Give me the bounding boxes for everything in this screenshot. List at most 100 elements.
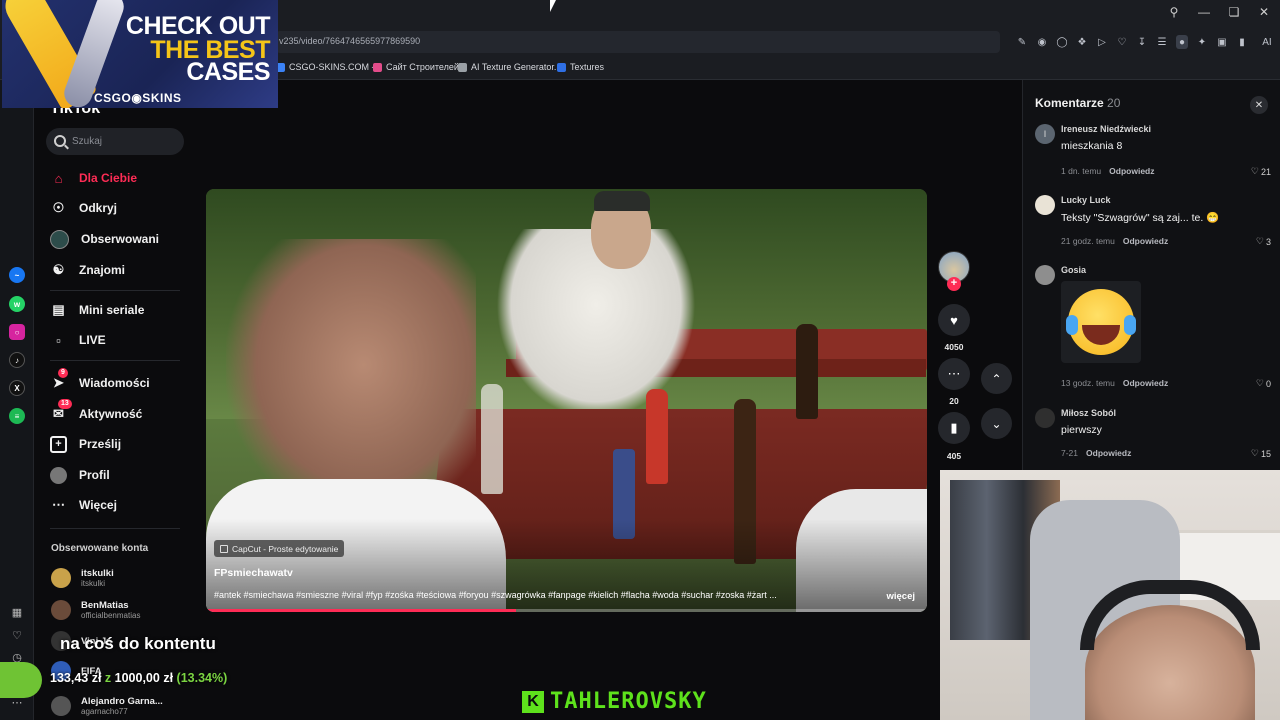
followed-account[interactable]: BenMatias officialbenmatias [51, 600, 140, 620]
comments-title: Komentarze 20 [1035, 96, 1120, 110]
profile-icon[interactable]: ● [1176, 35, 1188, 49]
nav-for-you[interactable]: ⌂ Dla Ciebie [50, 168, 137, 188]
emoji-mouth [1082, 325, 1120, 345]
cube-icon[interactable]: ▣ [1216, 35, 1228, 49]
heart-icon[interactable]: ♡ [1116, 35, 1128, 49]
avatar[interactable] [1035, 195, 1055, 215]
nav-divider [50, 290, 180, 291]
apps-grid-icon[interactable]: ▦ [10, 605, 24, 619]
capcut-badge[interactable]: CapCut - Proste edytowanie [214, 540, 345, 557]
nav-more[interactable]: ⋯ Więcej [50, 495, 117, 515]
minimize-icon[interactable]: — [1196, 4, 1212, 20]
capcut-icon [220, 544, 228, 553]
video-player[interactable]: CapCut - Proste edytowanie FPsmiechawatv… [206, 189, 927, 612]
comment-text: mieszkania 8 [1061, 140, 1123, 152]
next-video-button[interactable]: ⌄ [981, 408, 1012, 439]
menu-icon[interactable]: ☰ [1156, 35, 1168, 49]
followed-accounts-title: Obserwowane konta [51, 543, 149, 554]
reply-button[interactable]: Odpowiedz [1109, 166, 1154, 176]
shield-icon[interactable]: ◯ [1056, 35, 1068, 49]
comment-author[interactable]: Gosia [1061, 265, 1086, 275]
comment-button[interactable]: ⋯ [938, 358, 970, 390]
nav-activity[interactable]: ✉ 13 Aktywność [50, 398, 142, 424]
bookmark-csgo-skins[interactable]: CSGO-SKINS.COM -... [276, 62, 382, 72]
comment-like-button[interactable]: ♡ 21 [1251, 166, 1271, 177]
ai-extension-icon[interactable]: ✦ [1196, 35, 1208, 49]
camera-icon[interactable]: ◉ [1036, 35, 1048, 49]
reply-button[interactable]: Odpowiedz [1086, 448, 1131, 458]
like-button[interactable]: ♥ [938, 304, 970, 336]
emoji-tear [1066, 315, 1078, 335]
comment-author[interactable]: Miłosz Soból [1061, 408, 1116, 418]
comment-like-button[interactable]: ♡ 3 [1256, 236, 1271, 247]
video-more-button[interactable]: więcej [886, 591, 915, 602]
bookmark-builders-site[interactable]: Сайт Строителей [373, 62, 459, 72]
search-input[interactable] [72, 134, 172, 149]
comments-panel: Komentarze 20 ✕ I Ireneusz Niedźwiecki m… [1022, 80, 1280, 470]
chevron-up-icon: ⌃ [991, 371, 1002, 386]
avatar[interactable]: I [1035, 124, 1055, 144]
heart-outline-icon: ♡ [1250, 166, 1259, 176]
ai-button[interactable]: AI [1256, 35, 1278, 49]
activity-icon: ✉ 13 [50, 398, 72, 423]
instagram-icon[interactable]: ○ [9, 324, 25, 340]
emoji-tear [1124, 315, 1136, 335]
reply-button[interactable]: Odpowiedz [1123, 378, 1168, 388]
goal-percent: (13.34%) [176, 671, 228, 685]
nav-profile[interactable]: Profil [50, 465, 110, 485]
nav-mini-series[interactable]: ▤ Mini seriale [50, 300, 144, 320]
live-icon: ▫ [56, 332, 61, 348]
video-hashtags[interactable]: #antek #smiechawa #smieszne #viral #fyp … [214, 590, 864, 600]
url-field[interactable]: v235/video/7664746565977869590 [276, 31, 1000, 53]
nav-upload[interactable]: + Prześlij [50, 434, 121, 454]
nav-label: Prześlij [79, 437, 122, 451]
comment-author[interactable]: Ireneusz Niedźwiecki [1061, 124, 1151, 134]
restore-icon[interactable]: ❏ [1226, 4, 1242, 20]
x-icon[interactable]: X [9, 380, 25, 396]
bookmark-ai-texture[interactable]: AI Texture Generator... [458, 62, 561, 72]
account-handle: officialbenmatias [81, 611, 141, 620]
download-icon[interactable]: ↧ [1136, 35, 1148, 49]
tiktok-icon[interactable]: ♪ [9, 352, 25, 368]
reply-button[interactable]: Odpowiedz [1123, 236, 1168, 246]
search-box [46, 128, 184, 155]
followed-account[interactable]: itskulki itskulki [51, 568, 114, 588]
previous-video-button[interactable]: ⌃ [981, 363, 1012, 394]
whatsapp-icon[interactable]: w [9, 296, 25, 312]
account-name: itskulki [81, 568, 114, 579]
spotify-icon[interactable]: ≡ [9, 408, 25, 424]
messenger-icon[interactable]: ~ [9, 267, 25, 283]
followed-account[interactable]: Alejandro Garna... agarnacho77 [51, 696, 163, 716]
csgo-skins-ad[interactable]: CHECK OUT THE BEST CASES CSGO◉SKINS [2, 0, 278, 108]
avatar [51, 600, 71, 620]
bookmark-textures[interactable]: Textures [557, 62, 604, 72]
donation-goal-title: na coś do kontentu [60, 634, 216, 653]
nav-friends[interactable]: ☯ Znajomi [50, 260, 125, 280]
video-author[interactable]: FPsmiechawatv [214, 567, 293, 579]
close-icon[interactable]: ✕ [1256, 4, 1272, 20]
video-progress-bar[interactable] [206, 609, 927, 612]
extension-icon[interactable]: ❖ [1076, 35, 1088, 49]
nav-messages[interactable]: ➤ 9 Wiadomości [50, 367, 150, 393]
heart-icon: ♥ [950, 312, 958, 328]
comment-like-button[interactable]: ♡ 15 [1251, 448, 1271, 459]
sidebar-toggle-icon[interactable]: ▮ [1236, 35, 1248, 49]
save-button[interactable]: ▮ [938, 412, 970, 444]
search-icon[interactable]: ⚲ [1166, 4, 1182, 20]
follow-plus-icon[interactable]: + [947, 277, 961, 291]
account-handle: itskulki [81, 579, 106, 588]
avatar[interactable] [1035, 408, 1055, 428]
favorites-heart-icon[interactable]: ♡ [10, 628, 24, 642]
edit-icon[interactable]: ✎ [1016, 35, 1028, 49]
play-icon[interactable]: ▷ [1096, 35, 1108, 49]
nav-label: Więcej [79, 498, 117, 512]
nav-following[interactable]: Obserwowani [50, 229, 159, 249]
comments-count: 20 [1107, 96, 1121, 110]
nav-explore[interactable]: ☉ Odkryj [50, 198, 117, 218]
comment-item: Gosia 13 godz. temu Odpowiedz ♡ 0 [1035, 265, 1271, 390]
nav-live[interactable]: ▫ LIVE [50, 330, 105, 350]
close-comments-button[interactable]: ✕ [1250, 96, 1268, 114]
avatar[interactable] [1035, 265, 1055, 285]
comment-like-button[interactable]: ♡ 0 [1256, 378, 1271, 389]
comment-author[interactable]: Lucky Luck [1061, 195, 1111, 205]
